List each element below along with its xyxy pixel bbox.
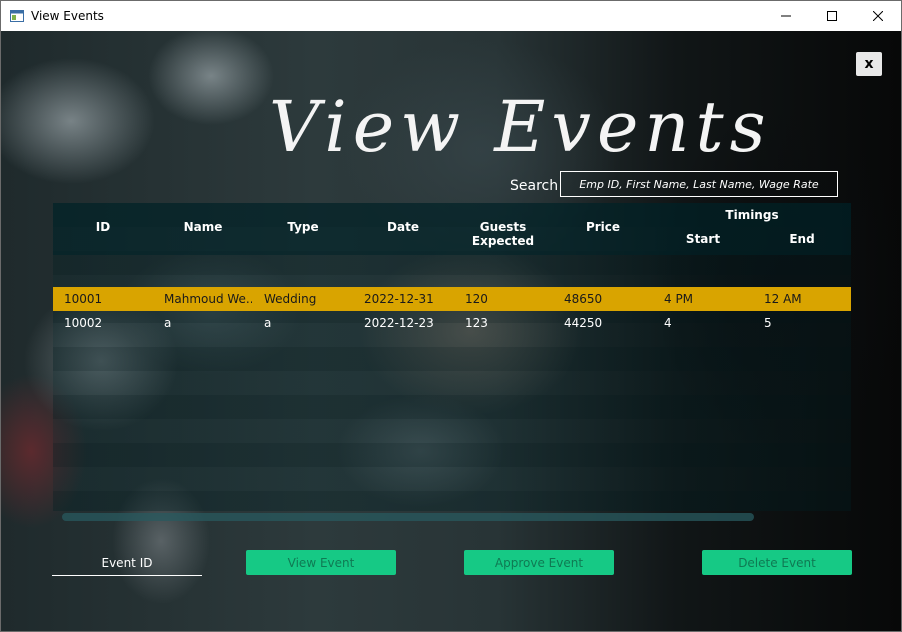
column-header-timings: Timings xyxy=(725,208,779,222)
cell-end: 12 AM xyxy=(764,292,802,306)
cell-name: a xyxy=(164,316,172,330)
minimize-button[interactable] xyxy=(763,1,809,31)
cell-type: a xyxy=(264,316,272,330)
app-window: View Events x View Events Search ID Name… xyxy=(0,0,902,632)
minimize-icon xyxy=(781,15,791,17)
cell-guests: 123 xyxy=(465,316,488,330)
maximize-button[interactable] xyxy=(809,1,855,31)
view-event-button[interactable]: View Event xyxy=(246,550,396,575)
table-header: ID Name Type Date Guests Expected Price … xyxy=(53,203,851,255)
close-view-button[interactable]: x xyxy=(856,52,882,76)
cell-end: 5 xyxy=(764,316,772,330)
cell-id: 10001 xyxy=(64,292,103,306)
delete-event-button[interactable]: Delete Event xyxy=(702,550,852,575)
table-row[interactable]: 10001 Mahmoud We... Wedding 2022-12-31 1… xyxy=(53,287,851,311)
column-header-date[interactable]: Date xyxy=(353,220,453,234)
window-title: View Events xyxy=(31,9,104,23)
cell-start: 4 xyxy=(664,316,672,330)
cell-guests: 120 xyxy=(465,292,488,306)
column-header-name[interactable]: Name xyxy=(153,220,253,234)
cell-price: 48650 xyxy=(564,292,603,306)
column-header-guests[interactable]: Guests Expected xyxy=(451,220,555,248)
column-header-end[interactable]: End xyxy=(753,232,851,246)
approve-event-button[interactable]: Approve Event xyxy=(464,550,614,575)
cell-date: 2022-12-23 xyxy=(364,316,434,330)
horizontal-scrollbar[interactable] xyxy=(62,513,754,521)
column-header-type[interactable]: Type xyxy=(253,220,353,234)
cell-name: Mahmoud We... xyxy=(164,292,252,306)
cell-start: 4 PM xyxy=(664,292,694,306)
cell-date: 2022-12-31 xyxy=(364,292,434,306)
column-header-start[interactable]: Start xyxy=(653,232,753,246)
page-title: View Events xyxy=(269,86,772,168)
events-table: ID Name Type Date Guests Expected Price … xyxy=(53,203,851,511)
event-id-input[interactable] xyxy=(52,551,202,576)
table-row[interactable]: 10002 a a 2022-12-23 123 44250 4 5 xyxy=(53,311,851,335)
cell-price: 44250 xyxy=(564,316,603,330)
search-label: Search xyxy=(510,178,559,194)
column-header-price[interactable]: Price xyxy=(553,220,653,234)
cell-id: 10002 xyxy=(64,316,103,330)
search-input[interactable] xyxy=(560,171,838,197)
cell-type: Wedding xyxy=(264,292,317,306)
window-close-button[interactable] xyxy=(855,1,901,31)
main-content: x View Events Search ID Name Type Date G… xyxy=(1,31,901,631)
close-icon xyxy=(873,11,883,21)
app-icon xyxy=(10,10,24,22)
column-header-id[interactable]: ID xyxy=(83,220,123,234)
maximize-icon xyxy=(827,11,837,21)
title-bar: View Events xyxy=(1,1,901,31)
